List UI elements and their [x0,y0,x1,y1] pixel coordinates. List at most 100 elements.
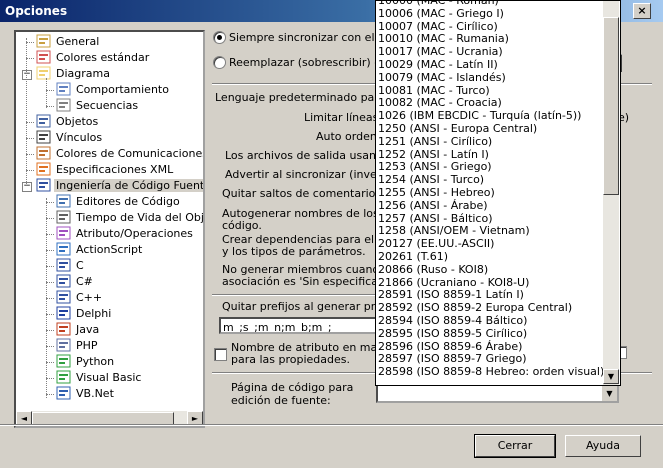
tree-item[interactable]: Visual Basic [56,370,143,386]
tree-items: General Colores estándar − Diagrama Comporta… [16,32,203,409]
tree-item-label: Vínculos [56,131,103,144]
bottom-separator [0,424,663,426]
tree-item[interactable]: C [56,258,86,274]
tree-item[interactable]: Objetos [36,114,100,130]
tree-item-label: ActionScript [76,243,143,256]
tree-connector [46,314,54,315]
close-window-button[interactable]: × [633,3,651,19]
tree-connector [46,218,54,219]
tree-item[interactable]: Comportamiento [56,82,171,98]
tree-connector [46,378,54,379]
tree-item-label: C [76,259,84,272]
tree-item-label: Objetos [56,115,99,128]
tree-collapse-toggle[interactable]: − [22,70,32,80]
tree-item[interactable]: Vínculos [36,130,104,146]
prefix-input[interactable]: m_;s_;m_n;m_b;m_; [219,317,379,334]
no-members-label: No generar miembros cuando la asociación… [222,263,399,288]
tree-collapse-toggle[interactable]: − [22,182,32,192]
tree-connector [26,42,34,43]
tree-item-label: Java [76,323,100,336]
xml-icon [36,162,51,176]
tree-item-label: Ingeniería de Código Fuente [54,179,203,192]
tree-item-label: Delphi [76,307,112,320]
checklist-icon [36,34,51,48]
tree-connector [46,202,54,203]
delphi-icon [56,306,71,320]
tree-item-label: Python [76,355,115,368]
tree-item-label: Tiempo de Vida del Objeto [76,211,204,224]
tree-item-label: Colores de Comunicaciones [56,147,205,160]
python-icon [56,354,71,368]
help-button[interactable]: Ayuda [565,435,641,457]
vbnet-icon [56,386,71,400]
replace-radio[interactable] [213,56,226,69]
editor-icon [56,194,71,208]
attribute-icon [56,226,71,240]
tree-connector [46,346,54,347]
scroll-down-button[interactable]: ▼ [603,369,619,384]
options-tree[interactable]: General Colores estándar − Diagrama Comporta… [14,30,205,428]
tree-connector [26,154,34,155]
csharp-icon [56,274,71,288]
actionscript-icon [56,242,71,256]
tree-connector [26,38,27,186]
dropdown-scrollbar[interactable]: ▼ [603,1,619,385]
tree-item-label: Editores de Código [76,195,180,208]
tree-item-label: C++ [76,291,103,304]
codepage-select[interactable]: ▼ [376,384,619,403]
code-engineering-icon [36,178,51,192]
tree-item-label: VB.Net [76,387,114,400]
tree-item[interactable]: Tiempo de Vida del Objeto [56,210,204,226]
tree-item[interactable]: Python [56,354,116,370]
tree-connector [46,234,54,235]
c-icon [56,258,71,272]
sync-radio[interactable] [213,31,226,44]
tree-item[interactable]: Ingeniería de Código Fuente [36,178,203,194]
attr-uppercase-checkbox[interactable] [214,348,227,361]
codepage-dropdown-list[interactable]: 10000 (MAC - Roman) 10006 (MAC - Griego I… [375,0,621,386]
tree-item[interactable]: ActionScript [56,242,144,258]
folder-icon [36,66,51,80]
tree-item[interactable]: Editores de Código [56,194,182,210]
tree-item[interactable]: General [36,34,101,50]
tree-connector [46,106,54,107]
diagram-icon [56,82,71,96]
tree-item[interactable]: PHP [56,338,100,354]
dropdown-scroll-thumb[interactable] [603,17,619,195]
tree-connector [26,122,34,123]
vb-icon [56,370,71,384]
tree-item[interactable]: VB.Net [56,386,116,402]
tree-item[interactable]: Diagrama [36,66,112,82]
tree-item[interactable]: Colores de Comunicaciones [36,146,205,162]
tree-item[interactable]: Colores estándar [36,50,151,66]
codepage-option[interactable]: 28598 (ISO 8859-8 Hebreo: orden visual) [378,364,604,380]
tree-connector [26,58,34,59]
tree-item[interactable]: Especificaciones XML [36,162,175,178]
tree-item-label: Atributo/Operaciones [76,227,193,240]
sequence-icon [56,98,71,112]
lifetime-icon [56,210,71,224]
tree-item[interactable]: Secuencias [56,98,140,114]
chevron-down-icon[interactable]: ▼ [601,386,617,401]
tree-item-label: Comportamiento [76,83,169,96]
tree-connector [26,170,34,171]
tree-item-label: General [56,35,100,48]
tree-item[interactable]: C++ [56,290,104,306]
tree-item-label: Especificaciones XML [56,163,174,176]
tree-connector [46,198,47,398]
tree-item[interactable]: Delphi [56,306,113,322]
tree-item[interactable]: C# [56,274,95,290]
tree-connector [46,90,54,91]
tree-item-label: Colores estándar [56,51,150,64]
php-icon [56,338,71,352]
tree-connector [46,78,47,108]
communications-icon [36,146,51,160]
link-icon [36,130,51,144]
tree-item[interactable]: Atributo/Operaciones [56,226,195,242]
separator [212,294,377,296]
tree-item[interactable]: Java [56,322,101,338]
close-button[interactable]: Cerrar [474,434,556,458]
cpp-icon [56,290,71,304]
tree-connector [26,138,34,139]
java-icon [56,322,71,336]
